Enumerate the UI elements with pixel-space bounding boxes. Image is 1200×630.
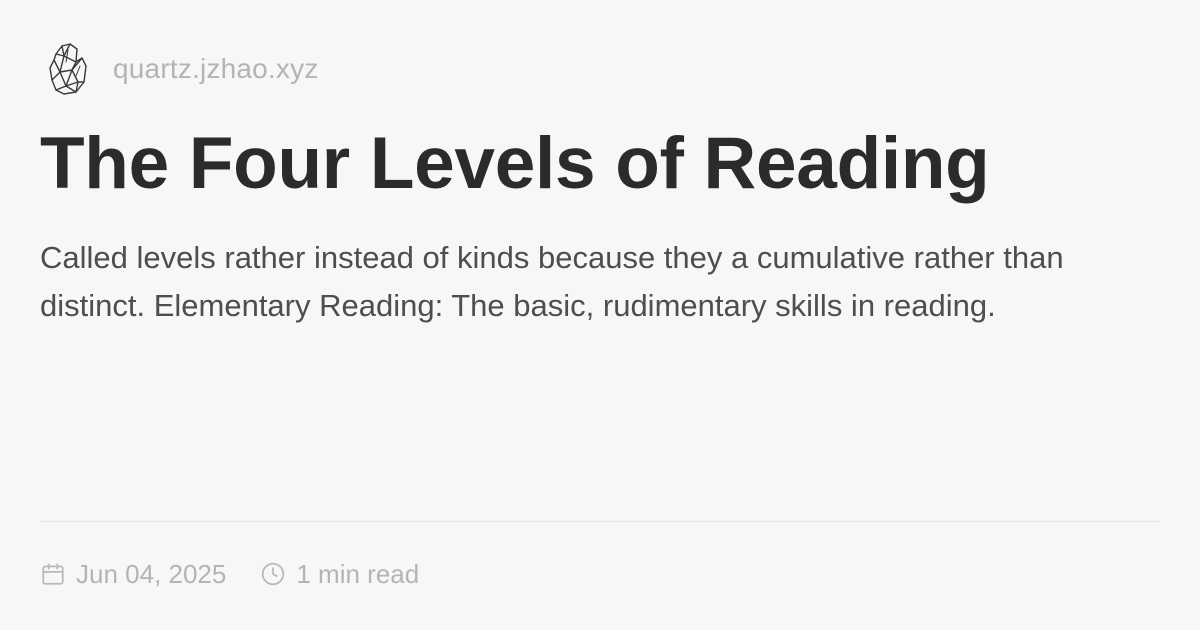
site-url[interactable]: quartz.jzhao.xyz <box>113 55 319 83</box>
article-description: Called levels rather instead of kinds be… <box>40 240 1064 323</box>
clock-icon <box>262 562 285 586</box>
page-title: The Four Levels of Reading <box>40 123 990 204</box>
reading-time: 1 min read <box>260 559 419 590</box>
article-meta: Jun 04, 2025 1 min read <box>40 556 419 592</box>
divider <box>40 521 1160 522</box>
og-card: quartz.jzhao.xyz The Four Levels of Read… <box>0 0 1200 630</box>
publish-date-text: Jun 04, 2025 <box>76 558 227 589</box>
reading-time-text: 1 min read <box>296 558 420 589</box>
site-header: quartz.jzhao.xyz <box>46 42 319 96</box>
publish-date: Jun 04, 2025 <box>40 559 226 590</box>
calendar-icon <box>42 563 64 585</box>
crystal-logo-icon <box>49 43 87 95</box>
